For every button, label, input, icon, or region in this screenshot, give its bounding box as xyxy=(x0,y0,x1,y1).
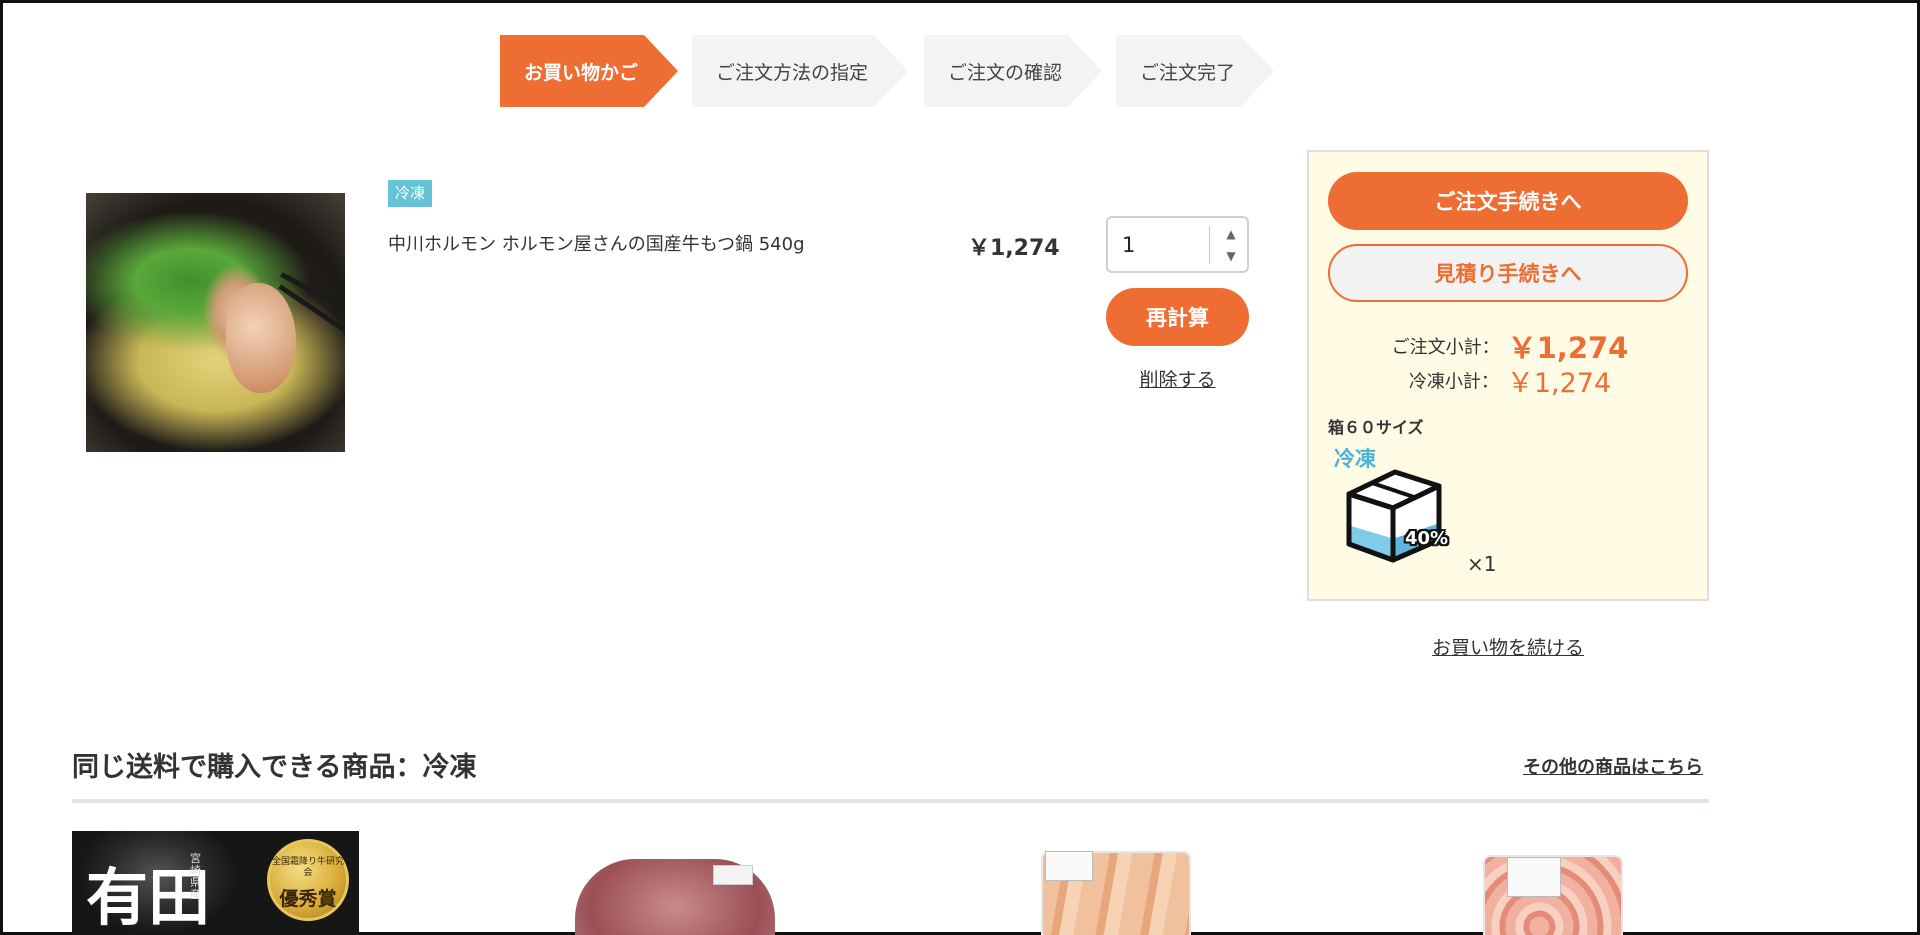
section-divider xyxy=(72,799,1709,803)
step-label: ご注文の確認 xyxy=(948,61,1063,84)
step-label: ご注文方法の指定 xyxy=(716,61,869,84)
related-products-title: 同じ送料で購入できる商品：冷凍 xyxy=(72,752,477,783)
related-product-card[interactable]: 有田 宮崎県産 全国霜降り牛研究会 優秀賞 xyxy=(72,831,359,935)
thumbnail-food xyxy=(226,283,296,393)
related-product-card[interactable] xyxy=(1473,831,1633,935)
quantity-input[interactable] xyxy=(1122,232,1202,258)
quote-button[interactable]: 見積り手続きへ xyxy=(1328,244,1688,302)
product-image-subtext: 宮崎県産 xyxy=(190,852,201,901)
product-price: ￥1,274 xyxy=(968,236,1060,261)
product-label-sticker xyxy=(713,865,753,885)
recalculate-button[interactable]: 再計算 xyxy=(1106,288,1249,346)
medal-caption: 全国霜降り牛研究会 xyxy=(271,857,344,878)
more-products-link[interactable]: その他の商品はこちら xyxy=(1523,753,1703,779)
award-medal-icon: 全国霜降り牛研究会 優秀賞 xyxy=(267,839,349,921)
decrement-arrow-icon[interactable]: ▼ xyxy=(1224,249,1238,263)
subtotal-value: ￥1,274 xyxy=(1507,331,1629,365)
product-thumbnail[interactable] xyxy=(86,193,345,452)
box-size-label: 箱６０サイズ xyxy=(1328,418,1424,437)
box-fill-percent: 40% xyxy=(1405,528,1449,549)
step-order-method: ご注文方法の指定 xyxy=(692,35,908,107)
product-label-sticker xyxy=(1507,857,1561,897)
quantity-stepper[interactable]: ▲ ▼ xyxy=(1106,216,1249,273)
subtotal-label: ご注文小計： xyxy=(1391,337,1500,358)
increment-arrow-icon[interactable]: ▲ xyxy=(1224,227,1238,241)
step-label: お買い物かご xyxy=(524,61,639,84)
stepper-divider xyxy=(1209,226,1210,264)
continue-shopping-link[interactable]: お買い物を続ける xyxy=(1307,633,1709,660)
frozen-subtotal-label: 冷凍小計： xyxy=(1408,371,1499,393)
frozen-badge: 冷凍 xyxy=(388,180,433,207)
frozen-subtotal: 冷凍小計： ￥1,274 xyxy=(1309,361,1711,400)
step-order-complete: ご注文完了 xyxy=(1116,35,1274,107)
delete-link[interactable]: 削除する xyxy=(1106,365,1249,392)
step-cart: お買い物かご xyxy=(500,35,678,107)
product-label-sticker xyxy=(1045,851,1093,881)
step-label: ご注文完了 xyxy=(1140,61,1236,84)
checkout-button[interactable]: ご注文手続きへ xyxy=(1328,172,1688,230)
step-order-confirm: ご注文の確認 xyxy=(924,35,1102,107)
frozen-subtotal-value: ￥1,274 xyxy=(1506,368,1612,399)
related-product-card[interactable] xyxy=(563,831,783,935)
order-summary-panel: ご注文手続きへ 見積り手続きへ ご注文小計： ￥1,274 冷凍小計： ￥1,274… xyxy=(1307,150,1709,601)
box-icon xyxy=(1346,469,1442,563)
medal-title: 優秀賞 xyxy=(279,888,337,910)
box-count: ×1 xyxy=(1467,552,1497,576)
related-product-card[interactable] xyxy=(1033,831,1193,935)
product-name-link[interactable]: 中川ホルモン ホルモン屋さんの国産牛もつ鍋 540g xyxy=(388,230,805,256)
